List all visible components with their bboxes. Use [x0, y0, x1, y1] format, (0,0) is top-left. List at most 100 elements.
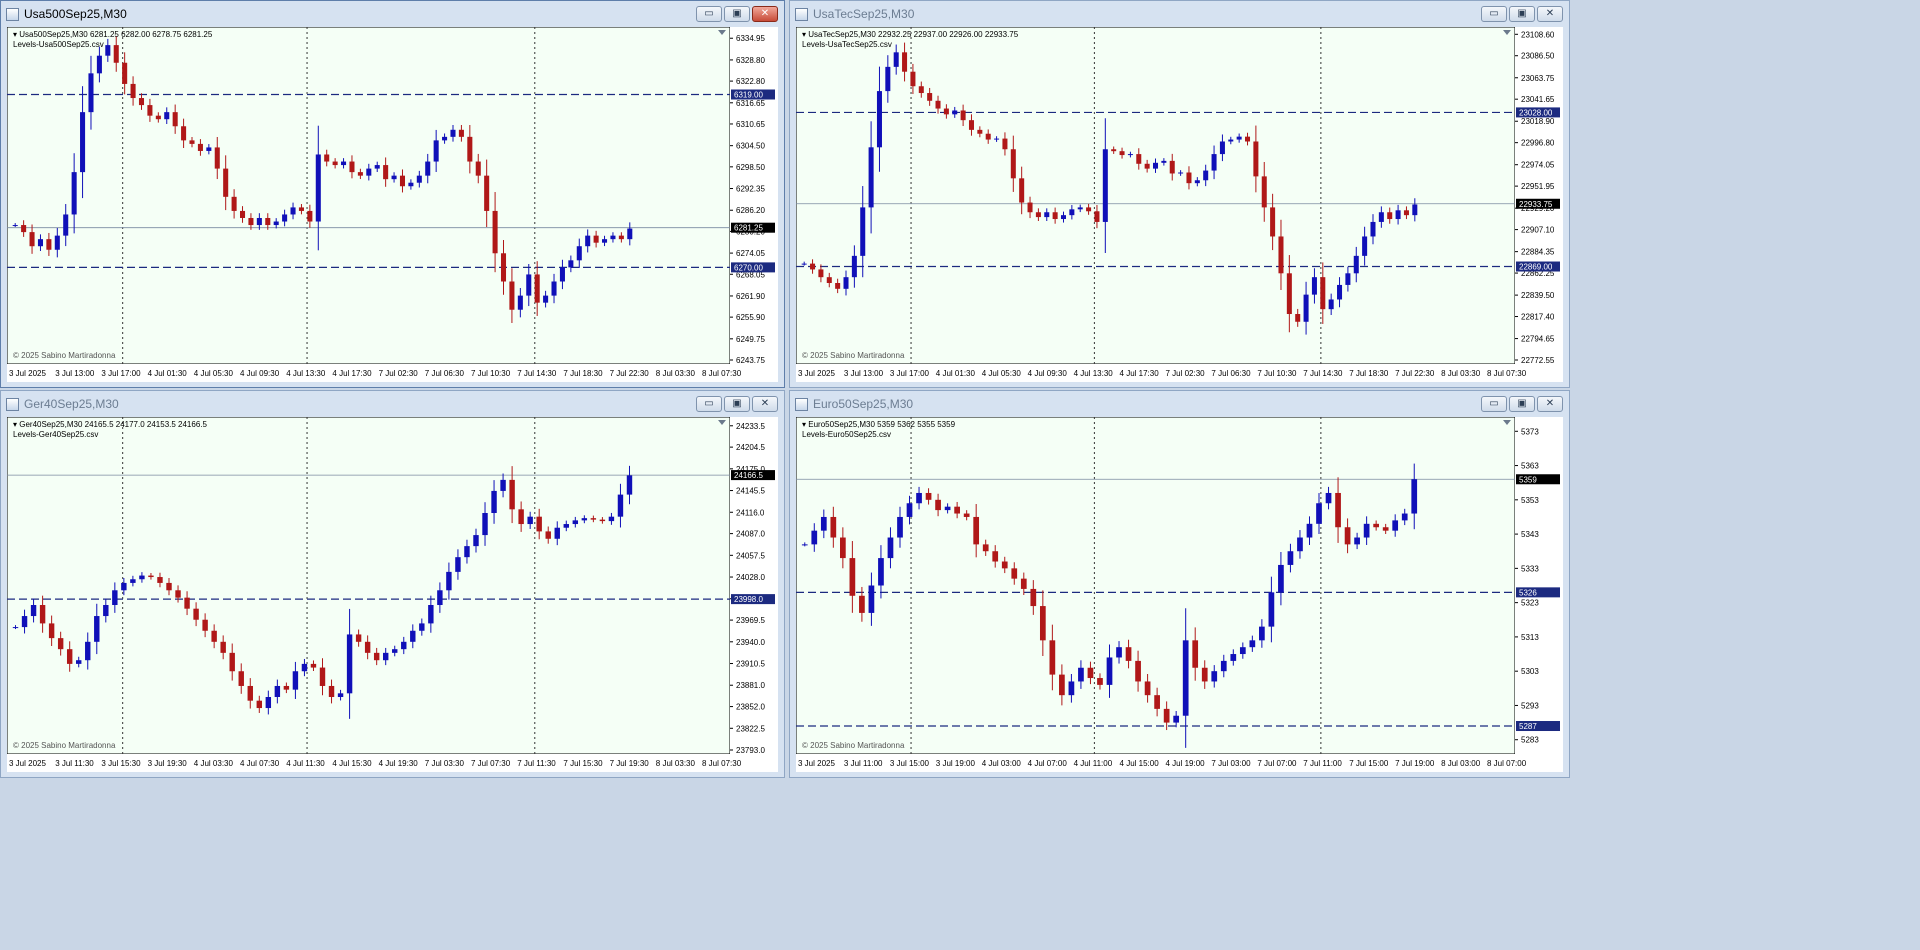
- copyright-label: © 2025 Sabino Martiradonna: [13, 351, 116, 360]
- candle-body: [1152, 162, 1159, 169]
- chart-window-icon: [6, 397, 19, 411]
- candle-body: [500, 479, 506, 491]
- restore-button[interactable]: ▣: [724, 6, 750, 22]
- candle-body: [419, 623, 425, 631]
- candle-body: [1035, 212, 1041, 218]
- chart-window-usatec[interactable]: UsaTecSep25,M30 ▭ ▣ ✕ 23108.60 23086.50 23…: [789, 0, 1570, 388]
- y-tick-label: 5353: [1521, 496, 1539, 505]
- candle-body: [80, 112, 86, 173]
- symbol-ohlc-label: ▾ Usa500Sep25,M30 6281.25 6282.00 6278.7…: [13, 30, 213, 39]
- x-tick-label: 7 Jul 02:30: [379, 369, 419, 378]
- y-tick-label: 23793.0: [736, 746, 765, 755]
- candle-body: [364, 641, 371, 653]
- candle-body: [265, 697, 272, 709]
- minimize-button[interactable]: ▭: [1481, 6, 1507, 22]
- candle-body: [220, 641, 226, 653]
- candle-body: [887, 537, 894, 559]
- chart-area[interactable]: 23108.60 23086.50 23063.75 23041.65 23018.90…: [795, 26, 1563, 382]
- candle-body: [357, 172, 363, 176]
- candle-body: [843, 277, 849, 289]
- window-titlebar[interactable]: Euro50Sep25,M30 ▭ ▣ ✕: [790, 391, 1569, 417]
- copyright-label: © 2025 Sabino Martiradonna: [802, 351, 905, 360]
- close-button[interactable]: ✕: [752, 6, 778, 22]
- candle-body: [265, 217, 271, 226]
- close-button[interactable]: ✕: [1537, 396, 1563, 412]
- chart-window-ger40[interactable]: Ger40Sep25,M30 ▭ ▣ ✕ 24233.5 24204.5 24175…: [0, 390, 785, 778]
- candle-body: [155, 115, 161, 120]
- candle-body: [1316, 503, 1322, 524]
- x-tick-label: 7 Jul 15:30: [563, 759, 603, 768]
- candle-body: [1353, 255, 1359, 274]
- minimize-button[interactable]: ▭: [696, 396, 722, 412]
- minimize-button[interactable]: ▭: [696, 6, 722, 22]
- candlestick-chart[interactable]: 5373 5363 5353 5343 5333 5323 5313 5303 5293 5283…: [795, 416, 1563, 772]
- copyright-label: © 2025 Sabino Martiradonna: [802, 741, 905, 750]
- minimize-button[interactable]: ▭: [1481, 396, 1507, 412]
- chart-area[interactable]: 24233.5 24204.5 24175.0 24145.5 24116.0 24087…: [6, 416, 778, 772]
- candle-body: [157, 577, 163, 583]
- y-tick-label: 24028.0: [736, 573, 765, 582]
- y-tick-label: 5313: [1521, 633, 1539, 642]
- x-tick-label: 7 Jul 14:30: [1303, 369, 1343, 378]
- candle-body: [543, 295, 549, 303]
- candle-body: [382, 652, 389, 661]
- x-tick-label: 4 Jul 07:00: [1028, 759, 1068, 768]
- x-tick-label: 8 Jul 07:30: [1487, 369, 1527, 378]
- x-tick-label: 3 Jul 17:00: [101, 369, 141, 378]
- x-tick-label: 4 Jul 03:30: [194, 759, 234, 768]
- candle-body: [943, 108, 949, 115]
- window-title: Ger40Sep25,M30: [24, 397, 119, 411]
- restore-button[interactable]: ▣: [1509, 6, 1535, 22]
- y-tick-label: 6255.90: [736, 313, 765, 322]
- x-tick-label: 3 Jul 11:30: [55, 759, 94, 768]
- candle-body: [581, 518, 588, 521]
- x-tick-label: 4 Jul 19:30: [379, 759, 419, 768]
- candle-body: [1186, 172, 1192, 184]
- chart-area[interactable]: 6334.95 6328.80 6322.80 6316.65 6310.65 6304.…: [6, 26, 778, 382]
- candle-body: [509, 281, 515, 310]
- x-tick-label: 4 Jul 11:00: [1074, 759, 1113, 768]
- candle-body: [94, 616, 100, 642]
- candle-body: [617, 494, 624, 517]
- candle-body: [214, 147, 220, 169]
- candlestick-chart[interactable]: 24233.524204.524175.024145.524116.024087…: [6, 416, 778, 772]
- candle-body: [130, 83, 136, 99]
- candle-body: [839, 537, 846, 559]
- chart-window-usa500[interactable]: Usa500Sep25,M30 ▭ ▣ ✕ 6334.95 6328.80 6322…: [0, 0, 785, 388]
- candle-body: [63, 214, 69, 236]
- candle-body: [509, 479, 515, 510]
- candlestick-chart[interactable]: 6334.95 6328.80 6322.80 6316.65 6310.65 6304.…: [6, 26, 778, 382]
- candle-body: [1144, 681, 1151, 696]
- candle-body: [1173, 715, 1180, 723]
- level-price-label: 22869.00: [1519, 263, 1553, 272]
- candle-body: [1337, 284, 1343, 300]
- window-titlebar[interactable]: Usa500Sep25,M30 ▭ ▣ ✕: [1, 1, 784, 27]
- candle-body: [122, 62, 128, 84]
- level-price-label: 5326: [1519, 588, 1537, 597]
- candlestick-chart[interactable]: 23108.60 23086.50 23063.75 23041.65 23018.90…: [795, 26, 1563, 382]
- candle-body: [1401, 513, 1408, 521]
- close-button[interactable]: ✕: [752, 396, 778, 412]
- candle-body: [599, 519, 606, 522]
- x-tick-label: 4 Jul 17:30: [332, 369, 372, 378]
- restore-button[interactable]: ▣: [724, 396, 750, 412]
- candle-body: [1253, 141, 1259, 177]
- restore-button[interactable]: ▣: [1509, 396, 1535, 412]
- candle-body: [551, 281, 557, 296]
- candle-body: [517, 295, 523, 310]
- current-price-label: 22933.75: [1519, 200, 1553, 209]
- candle-body: [229, 652, 235, 672]
- x-tick-label: 3 Jul 2025: [9, 369, 46, 378]
- window-titlebar[interactable]: UsaTecSep25,M30 ▭ ▣ ✕: [790, 1, 1569, 27]
- chart-window-euro50[interactable]: Euro50Sep25,M30 ▭ ▣ ✕ 5373 5363 5353 5343 53…: [789, 390, 1570, 778]
- candle-body: [992, 551, 999, 562]
- y-tick-label: 6261.90: [736, 292, 765, 301]
- close-button[interactable]: ✕: [1537, 6, 1563, 22]
- window-titlebar[interactable]: Ger40Sep25,M30 ▭ ▣ ✕: [1, 391, 784, 417]
- y-tick-label: 24233.5: [736, 422, 765, 431]
- chart-area[interactable]: 5373 5363 5353 5343 5333 5323 5313 5303 5293 5283…: [795, 416, 1563, 772]
- candle-body: [231, 196, 237, 211]
- candle-body: [893, 52, 899, 67]
- candle-body: [626, 475, 633, 495]
- x-tick-label: 7 Jul 15:00: [1349, 759, 1389, 768]
